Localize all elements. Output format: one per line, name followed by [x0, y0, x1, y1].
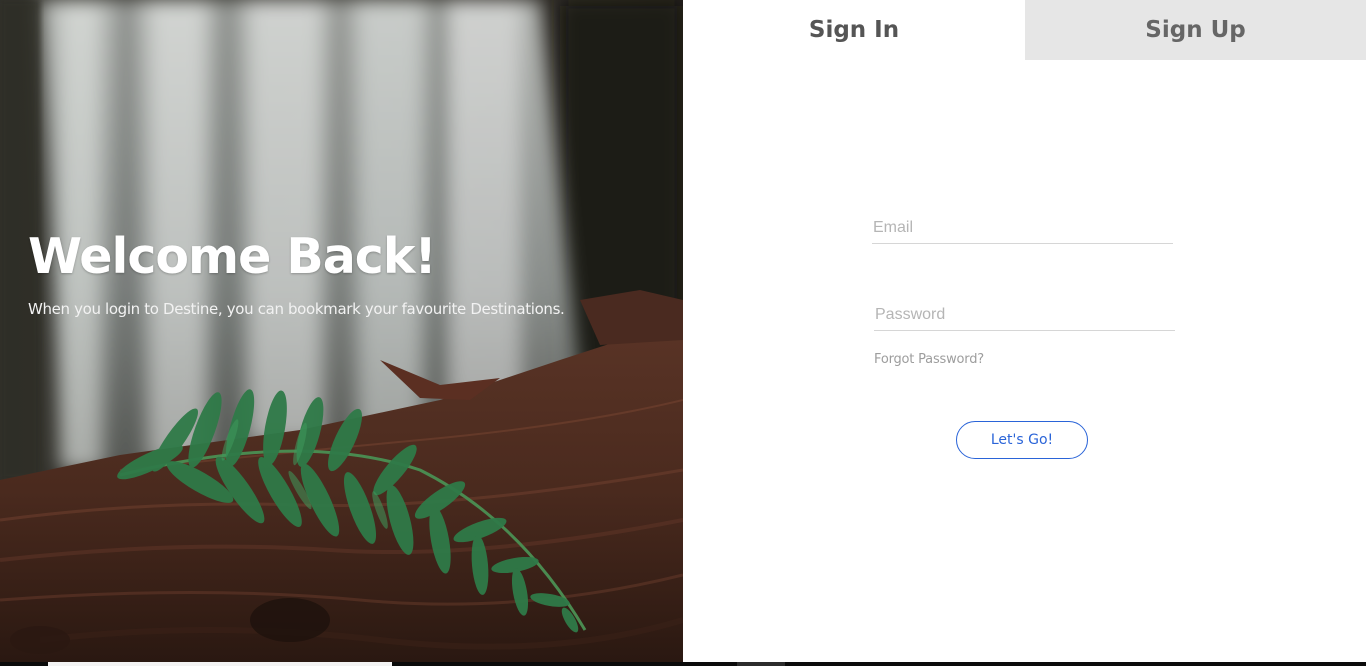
auth-panel: Sign In Sign Up Forgot Password? Let's G… — [683, 0, 1366, 662]
forgot-password-link[interactable]: Forgot Password? — [874, 352, 984, 367]
hero-panel: Welcome Back! When you login to Destine,… — [0, 0, 683, 662]
tab-sign-up[interactable]: Sign Up — [1025, 0, 1366, 60]
tab-sign-in[interactable]: Sign In — [683, 0, 1025, 60]
horizontal-scrollbar[interactable] — [0, 662, 1366, 666]
hero-subtitle: When you login to Destine, you can bookm… — [28, 300, 565, 318]
password-field[interactable] — [874, 303, 1175, 331]
scrollbar-segment — [737, 662, 785, 666]
scrollbar-thumb[interactable] — [48, 662, 392, 666]
submit-button[interactable]: Let's Go! — [956, 421, 1088, 459]
waterfall-fern-background-image — [0, 0, 683, 662]
email-field[interactable] — [872, 216, 1173, 244]
login-page: Welcome Back! When you login to Destine,… — [0, 0, 1366, 666]
hero-title: Welcome Back! — [28, 228, 437, 285]
auth-tabs: Sign In Sign Up — [683, 0, 1366, 60]
